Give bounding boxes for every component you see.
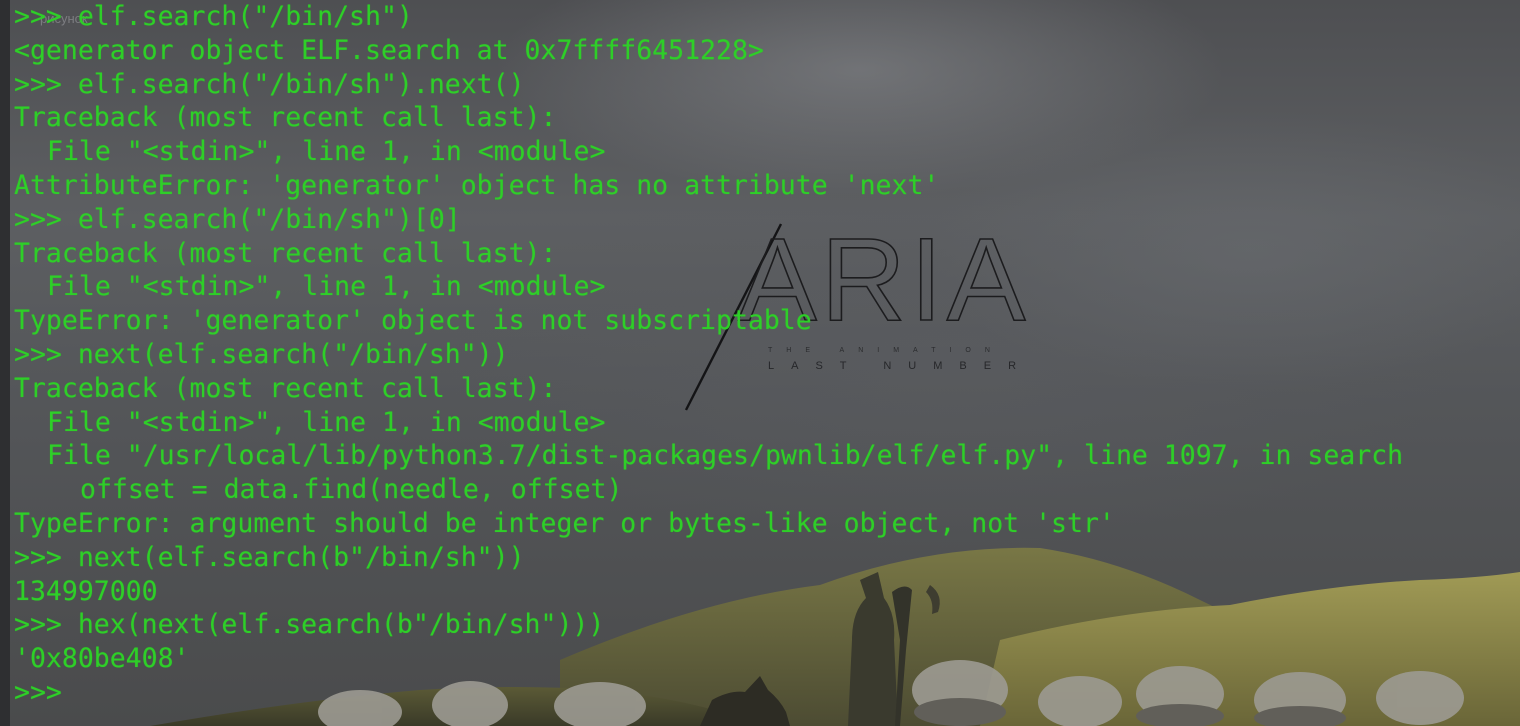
terminal-output[interactable]: >>> elf.search("/bin/sh") <generator obje…	[14, 0, 1514, 710]
terminal-line: offset = data.find(needle, offset)	[80, 474, 623, 506]
terminal-line: AttributeError: 'generator' object has n…	[14, 169, 940, 201]
terminal-line: >>> hex(next(elf.search(b"/bin/sh")))	[14, 609, 605, 641]
terminal-line: >>> next(elf.search(b"/bin/sh"))	[14, 541, 525, 573]
terminal-line: Traceback (most recent call last):	[14, 372, 557, 404]
terminal-line: >>> elf.search("/bin/sh")	[14, 1, 413, 32]
terminal-line: TypeError: 'generator' object is not sub…	[14, 305, 812, 337]
terminal-line: Traceback (most recent call last):	[14, 102, 557, 134]
terminal-line: >>> next(elf.search("/bin/sh"))	[14, 338, 509, 370]
terminal-window[interactable]: ARIA THE ANIMATION LAST NUMBER рисунок >…	[0, 0, 1520, 726]
terminal-line: File "<stdin>", line 1, in <module>	[47, 136, 606, 168]
terminal-line: File "<stdin>", line 1, in <module>	[47, 406, 606, 438]
terminal-line: >>> elf.search("/bin/sh")[0]	[14, 203, 461, 235]
terminal-line: '0x80be408'	[14, 643, 190, 675]
terminal-line: Traceback (most recent call last):	[14, 237, 557, 269]
terminal-line: File "<stdin>", line 1, in <module>	[47, 271, 606, 303]
terminal-line: 134997000	[14, 575, 158, 607]
terminal-line: File "/usr/local/lib/python3.7/dist-pack…	[47, 440, 1404, 472]
terminal-line: <generator object ELF.search at 0x7ffff6…	[14, 34, 764, 66]
terminal-line: >>> elf.search("/bin/sh").next()	[14, 68, 525, 100]
terminal-prompt-line[interactable]: >>>	[14, 676, 1514, 710]
terminal-line: TypeError: argument should be integer or…	[14, 507, 1115, 539]
